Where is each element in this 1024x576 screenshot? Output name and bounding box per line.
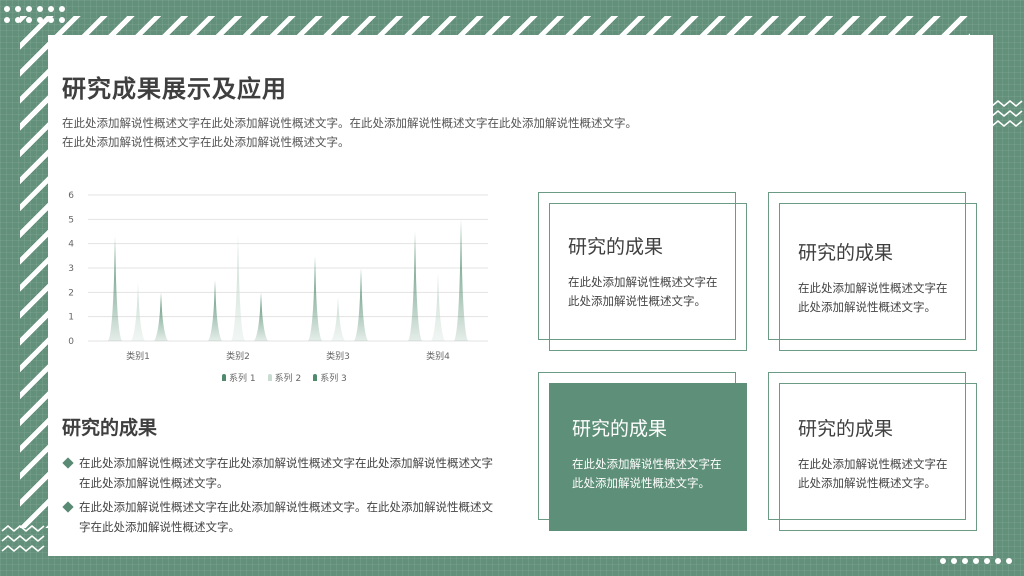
legend-label: 系列 2 [274, 374, 302, 384]
y-tick-label: 5 [68, 215, 74, 225]
box-content: 研究的成果 在此处添加解说性概述文字在此处添加解说性概述文字。 [568, 232, 728, 311]
dots-decoration-top-left [4, 6, 65, 23]
legend-item-series-1: 系列 1 [222, 371, 256, 384]
result-box-3-highlighted: 研究的成果 在此处添加解说性概述文字在此处添加解说性概述文字。 [538, 372, 747, 531]
data-spike [131, 282, 145, 341]
legend-swatch [313, 374, 318, 381]
x-tick-label: 类别4 [426, 350, 450, 362]
bullet-text: 在此处添加解说性概述文字在此处添加解说性概述文字在此处添加解说性概述文字在此处添… [79, 456, 493, 490]
legend-label: 系列 1 [229, 374, 256, 384]
diamond-bullet-icon [62, 457, 74, 469]
legend-item-series-3: 系列 3 [313, 371, 347, 384]
x-tick-label: 类别1 [126, 350, 150, 362]
data-spike [208, 280, 222, 341]
description-line-1: 在此处添加解说性概述文字在此处添加解说性概述文字。在此处添加解说性概述文字在此处… [62, 116, 637, 130]
x-tick-label: 类别3 [326, 350, 350, 362]
legend-swatch [267, 374, 272, 381]
box-title: 研究的成果 [572, 418, 668, 440]
data-spike [231, 233, 245, 341]
box-text: 在此处添加解说性概述文字在此处添加解说性概述文字。 [798, 457, 948, 490]
result-box-4: 研究的成果 在此处添加解说性概述文字在此处添加解说性概述文字。 [768, 372, 977, 531]
data-spike [431, 272, 445, 341]
box-content: 研究的成果 在此处添加解说性概述文字在此处添加解说性概述文字。 [798, 238, 958, 317]
bullet-list: 在此处添加解说性概述文字在此处添加解说性概述文字在此处添加解说性概述文字在此处添… [62, 453, 494, 541]
box-content: 研究的成果 在此处添加解说性概述文字在此处添加解说性概述文字。 [798, 414, 958, 493]
box-text: 在此处添加解说性概述文字在此处添加解说性概述文字。 [798, 281, 948, 314]
content-card: 研究成果展示及应用 在此处添加解说性概述文字在此处添加解说性概述文字。在此处添加… [48, 35, 993, 556]
zigzag-decoration-left [1, 525, 45, 553]
box-title: 研究的成果 [798, 242, 894, 264]
legend-item-series-2: 系列 2 [267, 371, 302, 384]
box-text: 在此处添加解说性概述文字在此处添加解说性概述文字。 [568, 275, 718, 308]
y-tick-label: 1 [68, 313, 74, 323]
data-spike [408, 231, 422, 341]
data-spike [354, 268, 368, 341]
area-chart: 0 1 2 3 4 5 6 类别1 类别2 类别3 类别4 [68, 191, 488, 362]
box-text: 在此处添加解说性概述文字在此处添加解说性概述文字。 [572, 457, 722, 490]
y-tick-label: 4 [68, 240, 74, 250]
x-tick-label: 类别2 [226, 350, 250, 362]
slide-description: 在此处添加解说性概述文字在此处添加解说性概述文字。在此处添加解说性概述文字在此处… [62, 114, 742, 152]
legend-label: 系列 3 [320, 374, 347, 384]
chart-legend: 系列 1 系列 2 系列 3 [222, 371, 347, 384]
box-content: 研究的成果 在此处添加解说性概述文字在此处添加解说性概述文字。 [572, 414, 732, 493]
result-box-2: 研究的成果 在此处添加解说性概述文字在此处添加解说性概述文字。 [768, 192, 977, 351]
data-spike [331, 297, 345, 341]
bullet-item: 在此处添加解说性概述文字在此处添加解说性概述文字。在此处添加解说性概述文字在此处… [62, 497, 494, 537]
y-tick-label: 2 [68, 288, 74, 298]
y-tick-label: 0 [68, 337, 74, 347]
description-line-2: 在此处添加解说性概述文字在此处添加解说性概述文字。 [62, 135, 350, 149]
result-box-1: 研究的成果 在此处添加解说性概述文字在此处添加解说性概述文字。 [538, 192, 747, 351]
data-spike [308, 255, 322, 341]
data-spike [108, 236, 122, 341]
slide-title: 研究成果展示及应用 [62, 75, 287, 103]
diamond-bullet-icon [62, 501, 74, 513]
legend-swatch [222, 374, 226, 381]
zigzag-decoration-right [991, 100, 1023, 128]
y-tick-label: 3 [68, 264, 74, 274]
bullet-item: 在此处添加解说性概述文字在此处添加解说性概述文字在此处添加解说性概述文字在此处添… [62, 453, 494, 493]
y-tick-label: 6 [68, 191, 74, 201]
dots-decoration-bottom-right [940, 558, 1012, 564]
section-title: 研究的成果 [62, 417, 158, 439]
bullet-text: 在此处添加解说性概述文字在此处添加解说性概述文字。在此处添加解说性概述文字在此处… [79, 500, 493, 534]
data-spike [454, 219, 468, 341]
box-title: 研究的成果 [568, 236, 664, 258]
box-title: 研究的成果 [798, 418, 894, 440]
